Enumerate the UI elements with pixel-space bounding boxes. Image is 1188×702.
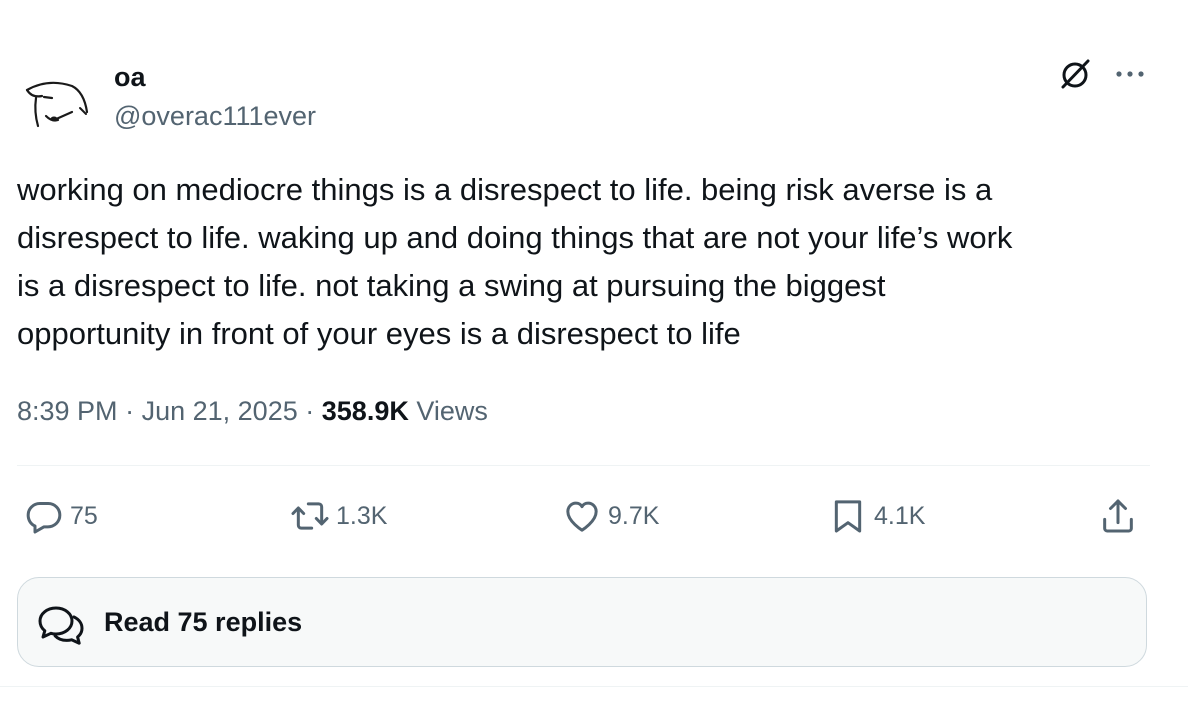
like-icon [566, 501, 598, 532]
retweet-button[interactable]: 1.3K [290, 494, 387, 538]
meta-separator: · [125, 396, 135, 426]
tweet-date[interactable]: Jun 21, 2025 [142, 396, 298, 426]
bookmark-icon [834, 500, 862, 533]
author-name[interactable]: oa [114, 60, 146, 94]
bookmark-count: 4.1K [874, 501, 926, 530]
bookmark-button[interactable]: 4.1K [828, 494, 925, 538]
read-replies-label: Read 75 replies [104, 607, 303, 637]
reply-icon [26, 502, 62, 534]
share-icon [1103, 499, 1133, 533]
like-button[interactable]: 9.7K [562, 494, 659, 538]
like-count: 9.7K [608, 501, 660, 530]
more-icon[interactable] [1110, 58, 1150, 90]
reply-count: 75 [70, 501, 98, 530]
meta-separator: · [305, 396, 315, 426]
views-label: Views [416, 396, 488, 426]
retweet-count: 1.3K [336, 501, 388, 530]
views-count[interactable]: 358.9K [322, 396, 409, 426]
divider [0, 686, 1188, 687]
avatar[interactable] [18, 68, 94, 144]
reply-button[interactable]: 75 [24, 494, 98, 538]
read-replies-button[interactable]: Read 75 replies [17, 577, 1147, 667]
tweet-card: oa @overac111ever working on mediocre th… [0, 0, 1188, 702]
tweet-meta: 8:39 PM · Jun 21, 2025 · 358.9K Views [17, 391, 488, 431]
speech-bubbles-icon [38, 606, 84, 645]
divider [17, 465, 1150, 466]
share-button[interactable] [1098, 494, 1138, 538]
tweet-text: working on mediocre things is a disrespe… [17, 172, 1013, 351]
tweet-time[interactable]: 8:39 PM [17, 396, 118, 426]
grok-icon[interactable] [1058, 56, 1094, 92]
author-handle[interactable]: @overac111ever [114, 99, 316, 133]
retweet-icon [291, 502, 329, 530]
